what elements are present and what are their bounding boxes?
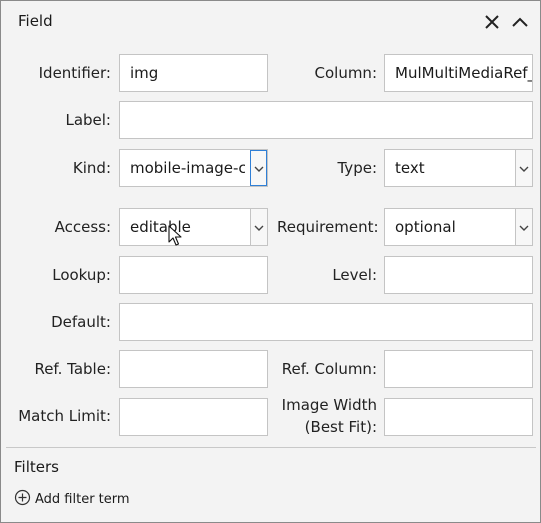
kind-value: mobile-image-ca <box>130 159 245 177</box>
chevron-up-icon <box>507 9 533 35</box>
plus-circle-icon <box>14 489 31 510</box>
label-input[interactable] <box>119 101 533 139</box>
kind-dropdown-button[interactable] <box>250 150 267 186</box>
panel-title: Field <box>18 12 53 30</box>
requirement-value: optional <box>395 218 456 236</box>
access-label: Access: <box>54 218 111 236</box>
match-limit-input[interactable] <box>119 398 268 436</box>
chevron-down-icon <box>254 150 264 186</box>
type-select[interactable]: text <box>384 149 533 187</box>
identifier-input[interactable]: img <box>119 54 268 92</box>
chevron-down-icon <box>519 209 529 245</box>
panel-header: Field <box>1 1 540 45</box>
collapse-button[interactable] <box>507 9 533 35</box>
access-select[interactable]: editable <box>119 208 268 246</box>
requirement-dropdown-button[interactable] <box>515 209 532 245</box>
type-dropdown-button[interactable] <box>515 150 532 186</box>
label-label: Label: <box>65 111 111 129</box>
default-label: Default: <box>51 313 111 331</box>
image-width-label: Image Width (Best Fit): <box>277 394 377 438</box>
column-label: Column: <box>314 64 378 82</box>
filters-heading: Filters <box>14 458 59 476</box>
type-label: Type: <box>337 159 377 177</box>
default-input[interactable] <box>119 303 533 341</box>
image-width-input[interactable] <box>384 398 533 436</box>
access-value: editable <box>130 218 191 236</box>
lookup-label: Lookup: <box>52 266 111 284</box>
level-label: Level: <box>332 266 377 284</box>
identifier-label: Identifier: <box>38 64 111 82</box>
level-input[interactable] <box>384 256 533 294</box>
kind-label: Kind: <box>72 159 111 177</box>
add-filter-term-button[interactable]: Add filter term <box>14 489 130 510</box>
lookup-input[interactable] <box>119 256 268 294</box>
section-divider <box>6 447 536 448</box>
add-filter-term-label: Add filter term <box>35 492 130 507</box>
mouse-pointer-icon <box>168 225 182 251</box>
kind-select[interactable]: mobile-image-ca <box>119 149 268 187</box>
requirement-label: Requirement: <box>277 218 379 236</box>
chevron-down-icon <box>519 150 529 186</box>
column-input[interactable]: MulMultiMediaRef_ <box>384 54 533 92</box>
ref-table-label: Ref. Table: <box>34 360 111 378</box>
image-width-label-line2: (Best Fit): <box>304 418 377 436</box>
ref-table-input[interactable] <box>119 350 268 388</box>
type-value: text <box>395 159 425 177</box>
requirement-select[interactable]: optional <box>384 208 533 246</box>
close-icon <box>479 9 505 35</box>
match-limit-label: Match Limit: <box>18 407 111 425</box>
chevron-down-icon <box>254 209 264 245</box>
field-panel: Field Identifier: img Column: MulMultiMe… <box>0 0 541 523</box>
image-width-label-line1: Image Width <box>281 396 377 414</box>
close-button[interactable] <box>479 9 505 35</box>
ref-column-label: Ref. Column: <box>281 360 377 378</box>
ref-column-input[interactable] <box>384 350 533 388</box>
access-dropdown-button[interactable] <box>250 209 267 245</box>
